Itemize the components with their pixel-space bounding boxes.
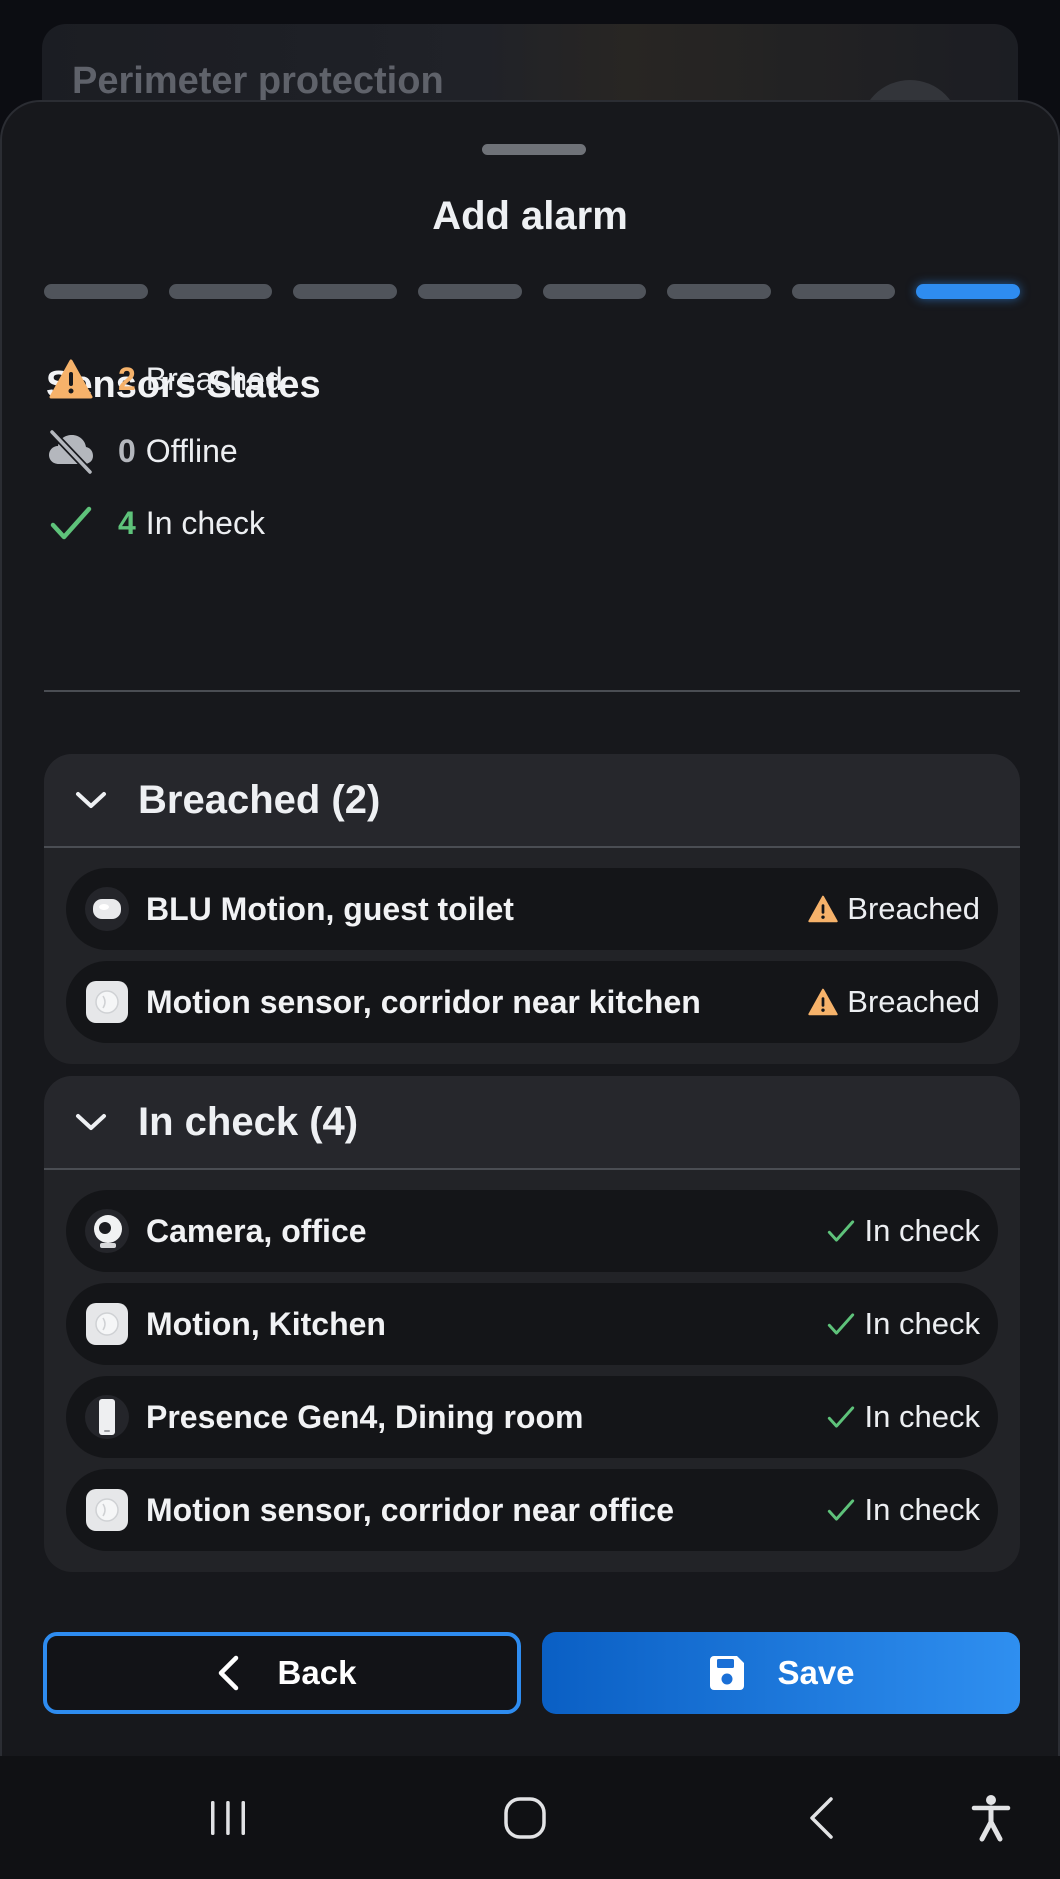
step-indicator	[293, 284, 397, 299]
recent-apps-icon	[211, 1800, 245, 1835]
motion-sensor-device-icon	[82, 1299, 132, 1349]
step-indicator	[168, 284, 273, 299]
device-state-label: In check	[864, 1213, 980, 1248]
device-state: In check	[825, 1213, 980, 1249]
offline-count: 0	[118, 432, 136, 469]
motion-sensor-device-icon	[82, 977, 132, 1027]
chevron-down-icon[interactable]	[44, 1076, 138, 1169]
list-item[interactable]: Motion sensor, corridor near kitchen Bre…	[66, 961, 998, 1043]
back-arrow-icon	[810, 1796, 833, 1839]
step-progress	[44, 284, 1020, 299]
device-state: In check	[825, 1492, 980, 1528]
chevron-left-icon	[208, 1653, 248, 1693]
home-icon	[504, 1796, 546, 1839]
breached-count: 2	[118, 360, 136, 397]
checkmark-icon	[825, 1401, 857, 1433]
device-state-label: In check	[864, 1399, 980, 1434]
step-indicator	[667, 284, 771, 299]
blu-motion-device-icon	[82, 884, 132, 934]
device-name: Camera, office	[146, 1212, 367, 1249]
step-indicator	[417, 284, 522, 299]
breached-group-title: Breached (2)	[138, 777, 381, 822]
sheet-title: Add alarm	[432, 194, 628, 238]
device-name: Motion sensor, corridor near office	[146, 1491, 675, 1528]
device-state: Breached	[807, 984, 980, 1020]
device-state: Breached	[807, 891, 980, 927]
device-state-label: Breached	[847, 891, 980, 926]
motion-sensor-device-icon	[82, 1485, 132, 1535]
floppy-disk-icon	[707, 1653, 747, 1693]
accessibility-icon	[971, 1794, 1011, 1841]
breached-label: Breached	[145, 360, 283, 397]
device-name: Presence Gen4, Dining room	[146, 1398, 584, 1435]
device-state: In check	[825, 1306, 980, 1342]
device-name: Motion sensor, corridor near kitchen	[146, 983, 701, 1020]
warning-triangle-icon	[46, 354, 96, 404]
in-check-group-title: In check (4)	[138, 1099, 359, 1144]
list-item[interactable]: Motion, Kitchen In check	[66, 1283, 998, 1365]
list-item[interactable]: Camera, office In check	[66, 1190, 998, 1272]
warning-triangle-icon	[807, 893, 839, 925]
in-check-label: In check	[145, 504, 265, 541]
offline-label: Offline	[145, 432, 238, 469]
device-state-label: In check	[864, 1306, 980, 1341]
home-button[interactable]	[470, 1756, 580, 1879]
list-item[interactable]: Presence Gen4, Dining room In check	[66, 1376, 998, 1458]
back-button-label: Back	[277, 1654, 357, 1691]
list-item[interactable]: BLU Motion, guest toilet Breached	[66, 868, 998, 950]
drag-handle[interactable]	[482, 144, 586, 155]
device-name: Motion, Kitchen	[146, 1305, 386, 1342]
breached-group-header[interactable]: Breached (2)	[44, 754, 1020, 848]
section-divider	[44, 690, 1020, 692]
system-back-button[interactable]	[766, 1756, 876, 1879]
system-navigation-bar	[0, 1756, 1060, 1879]
in-check-group: In check (4) Camera, office In check Mot…	[44, 1076, 1020, 1572]
step-indicator	[791, 284, 896, 299]
device-state: In check	[825, 1399, 980, 1435]
camera-device-icon	[82, 1206, 132, 1256]
background-card-title: Perimeter protection	[72, 60, 444, 102]
recent-apps-button[interactable]	[173, 1756, 283, 1879]
checkmark-icon	[46, 498, 96, 548]
cloud-off-icon	[46, 426, 96, 476]
checkmark-icon	[825, 1308, 857, 1340]
add-alarm-sheet: Add alarm Sensors States 2 Breached 0 Of…	[0, 100, 1060, 1756]
in-check-summary: 4 In check	[46, 498, 265, 548]
device-state-label: In check	[864, 1492, 980, 1527]
warning-triangle-icon	[807, 986, 839, 1018]
list-item[interactable]: Motion sensor, corridor near office In c…	[66, 1469, 998, 1551]
step-indicator	[542, 284, 647, 299]
step-indicator	[44, 284, 148, 299]
checkmark-icon	[825, 1215, 857, 1247]
device-name: BLU Motion, guest toilet	[146, 890, 514, 927]
presence-sensor-device-icon	[82, 1392, 132, 1442]
offline-summary: 0 Offline	[46, 426, 238, 476]
save-button-label: Save	[777, 1654, 855, 1691]
save-button[interactable]: Save	[542, 1632, 1020, 1714]
in-check-group-header[interactable]: In check (4)	[44, 1076, 1020, 1170]
device-state-label: Breached	[847, 984, 980, 1019]
accessibility-button[interactable]	[936, 1756, 1046, 1879]
back-button[interactable]: Back	[43, 1632, 521, 1714]
breached-summary: 2 Breached	[46, 354, 283, 404]
chevron-down-icon[interactable]	[44, 754, 138, 847]
checkmark-icon	[825, 1494, 857, 1526]
step-indicator-active	[916, 284, 1020, 299]
breached-group: Breached (2) BLU Motion, guest toilet Br…	[44, 754, 1020, 1064]
in-check-count: 4	[118, 504, 136, 541]
